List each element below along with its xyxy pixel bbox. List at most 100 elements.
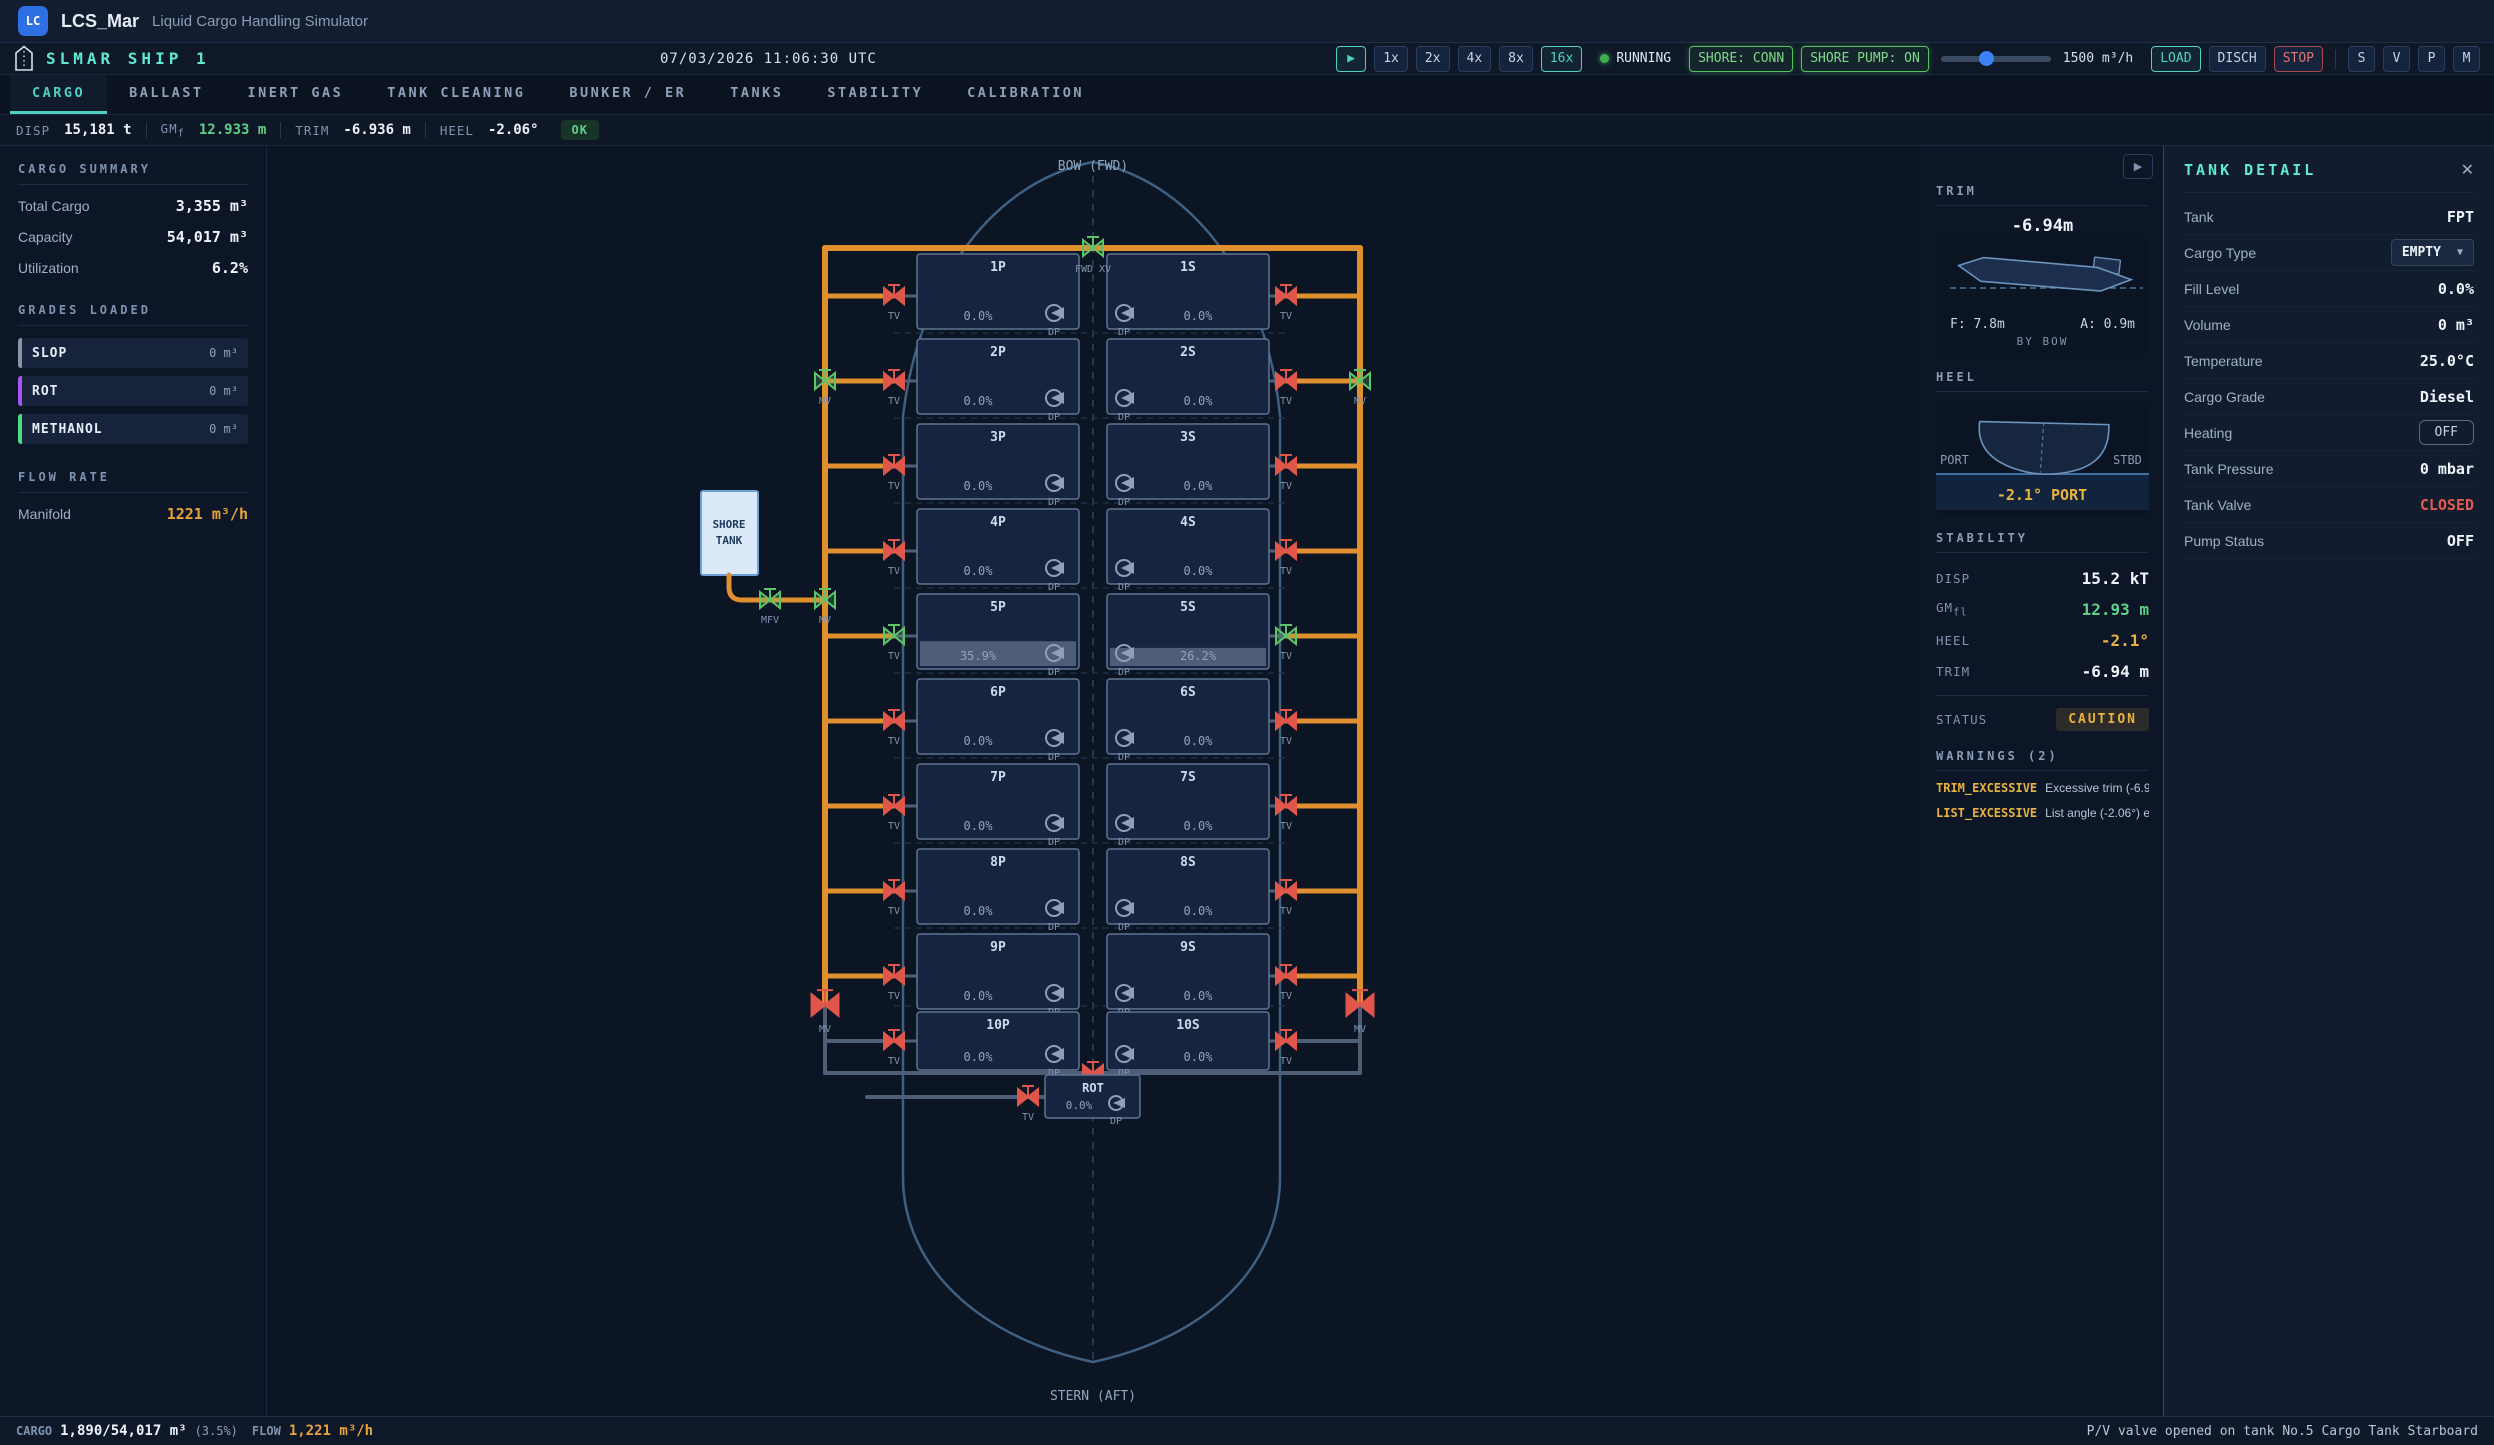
tank-fill-pct: 0.0% (1184, 309, 1214, 323)
valve-icon[interactable] (894, 968, 904, 984)
shore-manifold-valve[interactable] (770, 592, 780, 608)
valve-icon[interactable] (894, 713, 904, 729)
valve-icon[interactable] (894, 798, 904, 814)
pump-label: DP (1048, 327, 1060, 338)
tank-fill-pct: 0.0% (1184, 989, 1214, 1003)
fwd-crossover-valve[interactable] (1093, 240, 1103, 256)
grade-row-methanol[interactable]: METHANOL0 m³ (18, 414, 248, 444)
port-label: PORT (1940, 453, 1969, 467)
grade-color-bar (18, 338, 22, 368)
running-indicator-icon (1600, 54, 1609, 63)
app-subtitle: Liquid Cargo Handling Simulator (152, 13, 368, 30)
tank-id-label: 10S (1176, 1018, 1200, 1033)
pump-label: DP (1048, 922, 1060, 933)
tank-fill-pct: 0.0% (964, 989, 994, 1003)
tab-stability[interactable]: STABILITY (805, 75, 945, 114)
grade-color-bar (18, 376, 22, 406)
shore-tank-label: SHORE (712, 518, 745, 531)
speed-button-16x[interactable]: 16x (1541, 46, 1582, 72)
valve-icon[interactable] (1286, 883, 1296, 899)
disp-label: DISP (16, 123, 50, 138)
ship-schematic-canvas[interactable]: BOW (FWD)STERN (AFT)1P0.0%DPTV2P0.0%DPTV… (267, 146, 1922, 1416)
valve-label: TV (888, 821, 900, 832)
pump-label: DP (1118, 922, 1130, 933)
valve-icon[interactable] (1286, 628, 1296, 644)
stop-button[interactable]: STOP (2274, 46, 2323, 72)
tab-cargo[interactable]: CARGO (10, 75, 107, 114)
tank-id-label: 6P (990, 685, 1006, 700)
valve-icon[interactable] (1286, 373, 1296, 389)
valve-label: TV (888, 311, 900, 322)
valve-icon[interactable] (1286, 1033, 1296, 1049)
valve-icon[interactable] (1286, 798, 1296, 814)
shore-connection-button[interactable]: SHORE: CONN (1689, 46, 1793, 72)
tab-ballast[interactable]: BALLAST (107, 75, 225, 114)
tab-inert-gas[interactable]: INERT GAS (226, 75, 366, 114)
load-button[interactable]: LOAD (2151, 46, 2200, 72)
slider-knob[interactable] (1979, 51, 1994, 66)
chevron-down-icon: ▼ (2457, 247, 2463, 258)
view-button-m[interactable]: M (2453, 46, 2480, 72)
view-button-v[interactable]: V (2383, 46, 2410, 72)
valve-icon[interactable] (894, 458, 904, 474)
valve-icon[interactable] (1286, 543, 1296, 559)
valve-label: TV (1280, 1056, 1292, 1067)
valve-icon[interactable] (1286, 458, 1296, 474)
close-icon[interactable]: ✕ (2461, 160, 2474, 180)
pump-label: DP (1118, 837, 1130, 848)
play-button[interactable]: ▶ (1336, 46, 1366, 72)
ok-badge: OK (561, 120, 599, 140)
disch-button[interactable]: DISCH (2209, 46, 2266, 72)
speed-button-8x[interactable]: 8x (1499, 46, 1533, 72)
shore-tank[interactable] (701, 491, 758, 575)
app-header: LC LCS_Mar Liquid Cargo Handling Simulat… (0, 0, 2494, 43)
tank-id-label: 6S (1180, 685, 1196, 700)
tab-tank-cleaning[interactable]: TANK CLEANING (365, 75, 547, 114)
utilization-value: 6.2% (212, 259, 248, 277)
tab-bunker-er[interactable]: BUNKER / ER (547, 75, 708, 114)
tank-id-label: 4S (1180, 515, 1196, 530)
valve-icon[interactable] (894, 543, 904, 559)
tank-id-label: 5P (990, 600, 1006, 615)
detail-label: Fill Level (2184, 281, 2239, 297)
view-button-s[interactable]: S (2348, 46, 2375, 72)
stability-title: STABILITY (1936, 531, 2149, 553)
speed-button-1x[interactable]: 1x (1374, 46, 1408, 72)
pump-label: DP (1048, 497, 1060, 508)
speed-button-4x[interactable]: 4x (1458, 46, 1492, 72)
ship-toolbar: SLMAR SHIP 1 07/03/2026 11:06:30 UTC ▶ 1… (0, 43, 2494, 75)
valve-icon[interactable] (1028, 1089, 1038, 1105)
valve-icon[interactable] (1286, 968, 1296, 984)
valve-icon[interactable] (894, 628, 904, 644)
collapse-panel-button[interactable]: ▶ (2123, 154, 2153, 179)
tab-calibration[interactable]: CALIBRATION (945, 75, 1106, 114)
heating-toggle-button[interactable]: OFF (2419, 420, 2474, 445)
grades-title: GRADES LOADED (18, 303, 248, 326)
valve-icon[interactable] (894, 883, 904, 899)
utilization-label: Utilization (18, 260, 79, 276)
running-label: RUNNING (1616, 51, 1671, 66)
shore-pump-button[interactable]: SHORE PUMP: ON (1801, 46, 1929, 72)
sim-datetime: 07/03/2026 11:06:30 UTC (660, 51, 877, 67)
flow-rate-slider[interactable] (1941, 56, 2051, 62)
trim-label: TRIM (295, 123, 329, 138)
valve-icon[interactable] (894, 288, 904, 304)
speed-button-2x[interactable]: 2x (1416, 46, 1450, 72)
grade-row-slop[interactable]: SLOP0 m³ (18, 338, 248, 368)
cargo-type-select[interactable]: EMPTY▼ (2391, 239, 2474, 266)
valve-icon[interactable] (1286, 713, 1296, 729)
valve-icon[interactable] (1286, 288, 1296, 304)
tank-fill-pct: 0.0% (1184, 394, 1214, 408)
heel-panel-value: -2.1° PORT (1997, 486, 2087, 504)
grade-name: ROT (32, 384, 58, 399)
valve-icon[interactable] (894, 1033, 904, 1049)
tab-tanks[interactable]: TANKS (708, 75, 805, 114)
view-button-p[interactable]: P (2418, 46, 2445, 72)
bow-label: BOW (FWD) (1058, 159, 1128, 174)
flow-rate-setting: 1500 m³/h (2063, 51, 2133, 66)
grade-row-rot[interactable]: ROT0 m³ (18, 376, 248, 406)
valve-label: TV (1280, 906, 1292, 917)
trim-ship-drawing (1944, 246, 2149, 312)
valve-icon[interactable] (894, 373, 904, 389)
detail-row-fill-level: Fill Level0.0% (2184, 271, 2474, 307)
